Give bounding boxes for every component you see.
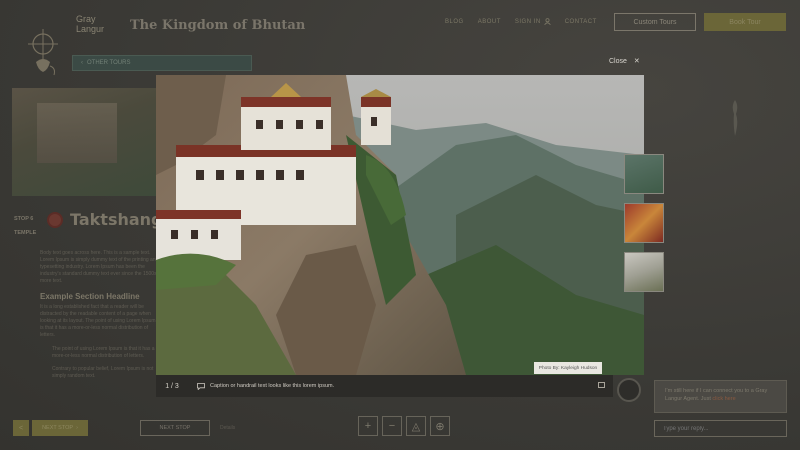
locate-button[interactable]: ⊕ — [430, 416, 450, 436]
bullet-item-2: Contrary to popular belief, Lorem Ipsum … — [52, 366, 154, 379]
nav-sign-in-label: SIGN IN — [514, 18, 541, 25]
next-stop-label: NEXT STOP — [42, 425, 74, 431]
nav-about[interactable]: ABOUT — [478, 18, 501, 25]
gallery-main-photo — [156, 75, 644, 375]
nav-blog[interactable]: BLOG — [445, 18, 464, 25]
chat-message: I'm still here if I can connect you to a… — [654, 380, 787, 413]
gray-langur-logo[interactable] — [26, 26, 60, 76]
book-tour-button[interactable]: Book Tour — [704, 13, 786, 31]
zoom-in-button[interactable]: + — [358, 416, 378, 436]
previous-stop-button[interactable]: < — [13, 420, 29, 436]
gallery-thumbnail-2[interactable] — [624, 203, 664, 243]
bullet-item-1: The point of using Lorem Ipsum is that i… — [52, 346, 155, 359]
other-tours-label: OTHER TOURS — [87, 60, 131, 66]
stop-number: STOP 6 — [14, 216, 34, 222]
close-label: Close — [609, 57, 627, 65]
photo-credit: Photo By: Kayleigh Hudson — [534, 362, 602, 374]
chevron-right-icon: › — [76, 425, 78, 431]
nav-sign-in[interactable]: SIGN IN — [515, 18, 551, 25]
details-text: Details — [220, 425, 236, 431]
chat-reply-input[interactable] — [654, 420, 787, 437]
terrain-button[interactable]: ◬ — [406, 416, 426, 436]
other-tours-link[interactable]: ‹ OTHER TOURS — [72, 55, 252, 71]
chat-agent-link[interactable]: click here — [712, 396, 735, 402]
section-body-text: It is a long established fact that a rea… — [40, 304, 156, 338]
gallery-thumbnail-1[interactable] — [624, 154, 664, 194]
gallery-thumbnail-3[interactable] — [624, 252, 664, 292]
stop-thumbnail[interactable] — [12, 88, 158, 196]
temple-marker-icon — [47, 212, 63, 228]
stop-label: STOP 6 TEMPLE — [14, 212, 36, 240]
gallery-caption: Caption or handrail text looks like this… — [197, 382, 335, 390]
zoom-out-button[interactable]: − — [382, 416, 402, 436]
gallery-thumbnails — [624, 154, 666, 301]
stop-heading: Taktshang — [70, 210, 163, 229]
gallery-counter: 1 / 3 — [165, 382, 179, 390]
langur-silhouette-icon — [732, 100, 738, 136]
stop-category: TEMPLE — [14, 230, 37, 236]
brand-name: Gray Langur — [76, 14, 104, 34]
close-gallery-button[interactable]: Close ✕ — [609, 57, 640, 66]
brand-line-2: Langur — [76, 24, 105, 34]
agent-avatar[interactable] — [617, 378, 641, 402]
comment-icon — [197, 382, 205, 390]
stop-intro-text: Body text goes across here. This is a sa… — [40, 250, 159, 284]
custom-tours-button[interactable]: Custom Tours — [614, 13, 696, 31]
gallery-caption-text: Caption or handrail text looks like this… — [210, 383, 335, 389]
top-nav: BLOG ABOUT SIGN IN CONTACT — [445, 18, 597, 25]
gallery-photo-viewer — [156, 75, 644, 375]
close-icon: ✕ — [633, 58, 640, 65]
nav-contact[interactable]: CONTACT — [565, 18, 597, 25]
chevron-left-icon: ‹ — [81, 60, 83, 66]
brand-line-1: Gray — [76, 14, 96, 24]
section-headline: Example Section Headline — [40, 292, 140, 301]
next-stop-button[interactable]: NEXT STOP › — [32, 420, 88, 436]
fullscreen-icon[interactable] — [598, 382, 605, 388]
user-icon — [543, 18, 551, 25]
next-stop-outline-button[interactable]: NEXT STOP — [140, 420, 210, 436]
gallery-caption-bar: 1 / 3 Caption or handrail text looks lik… — [156, 375, 613, 397]
site-title: The Kingdom of Bhutan — [130, 18, 306, 33]
